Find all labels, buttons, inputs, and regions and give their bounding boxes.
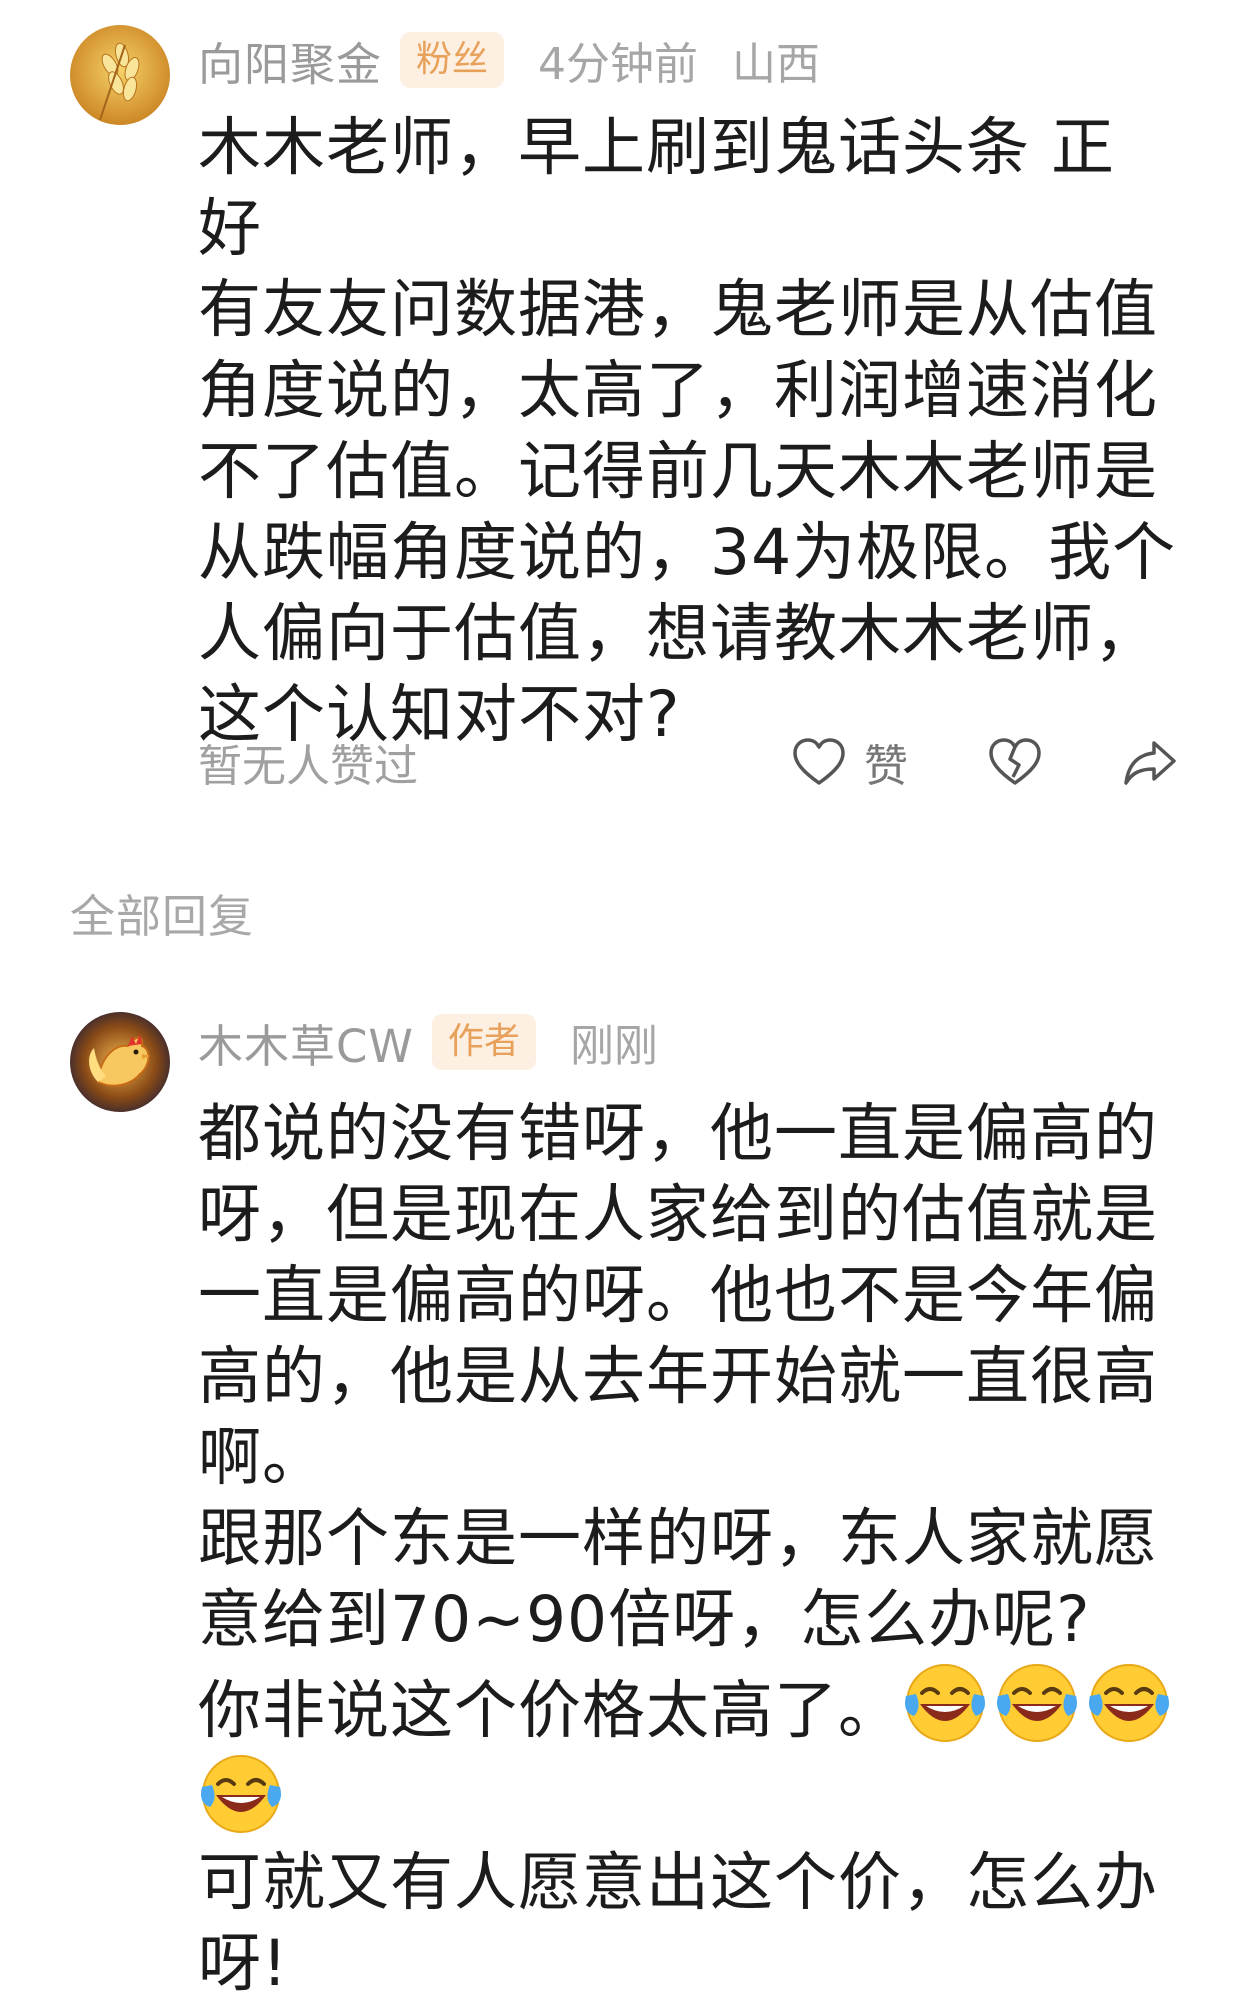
- username[interactable]: 向阳聚金: [198, 28, 382, 93]
- reply-meta: 木木草CW 作者 刚刚: [198, 1010, 658, 1075]
- fan-badge: 粉丝: [400, 32, 505, 88]
- comment-meta: 向阳聚金 粉丝 4分钟前 山西: [198, 28, 821, 93]
- laughing-tears-emoji: [994, 1660, 1080, 1746]
- share-arrow-icon: [1124, 741, 1176, 785]
- heart-icon: [793, 738, 845, 785]
- reply-text-part2: 可就又有人愿意出这个价，怎么办 呀!: [198, 1846, 1158, 2000]
- comment-text: 木木老师，早上刷到鬼话头条 正好 有友友问数据港，鬼老师是从估值 角度说的，太高…: [198, 111, 1177, 751]
- laughing-tears-emoji: [198, 1751, 284, 1837]
- avatar[interactable]: [70, 1012, 170, 1112]
- reply-text-part1: 都说的没有错呀，他一直是偏高的 呀，但是现在人家给到的估值就是 一直是偏高的呀。…: [198, 1097, 1158, 1747]
- like-label: 赞: [864, 741, 908, 792]
- dislike-button[interactable]: [988, 737, 1042, 787]
- like-button[interactable]: 赞: [792, 730, 908, 794]
- reply-text: 都说的没有错呀，他一直是偏高的 呀，但是现在人家给到的估值就是 一直是偏高的呀。…: [198, 1093, 1178, 2004]
- timestamp: 刚刚: [569, 1021, 658, 1072]
- replies-section-title: 全部回复: [70, 890, 255, 943]
- share-button[interactable]: [1122, 737, 1178, 787]
- wheat-avatar-icon: [70, 25, 170, 125]
- laughing-tears-emoji: [1086, 1660, 1172, 1746]
- avatar[interactable]: [70, 25, 170, 125]
- timestamp: 4分钟前: [538, 39, 699, 90]
- username[interactable]: 木木草CW: [198, 1010, 414, 1075]
- laughing-tears-emoji: [902, 1660, 988, 1746]
- broken-heart-icon: [989, 738, 1041, 785]
- location: 山西: [732, 39, 821, 90]
- comment-actions: 暂无人赞过 赞: [198, 727, 1178, 797]
- likes-status: 暂无人赞过: [198, 741, 418, 792]
- author-badge: 作者: [431, 1014, 536, 1070]
- rooster-avatar-icon: [70, 1012, 170, 1112]
